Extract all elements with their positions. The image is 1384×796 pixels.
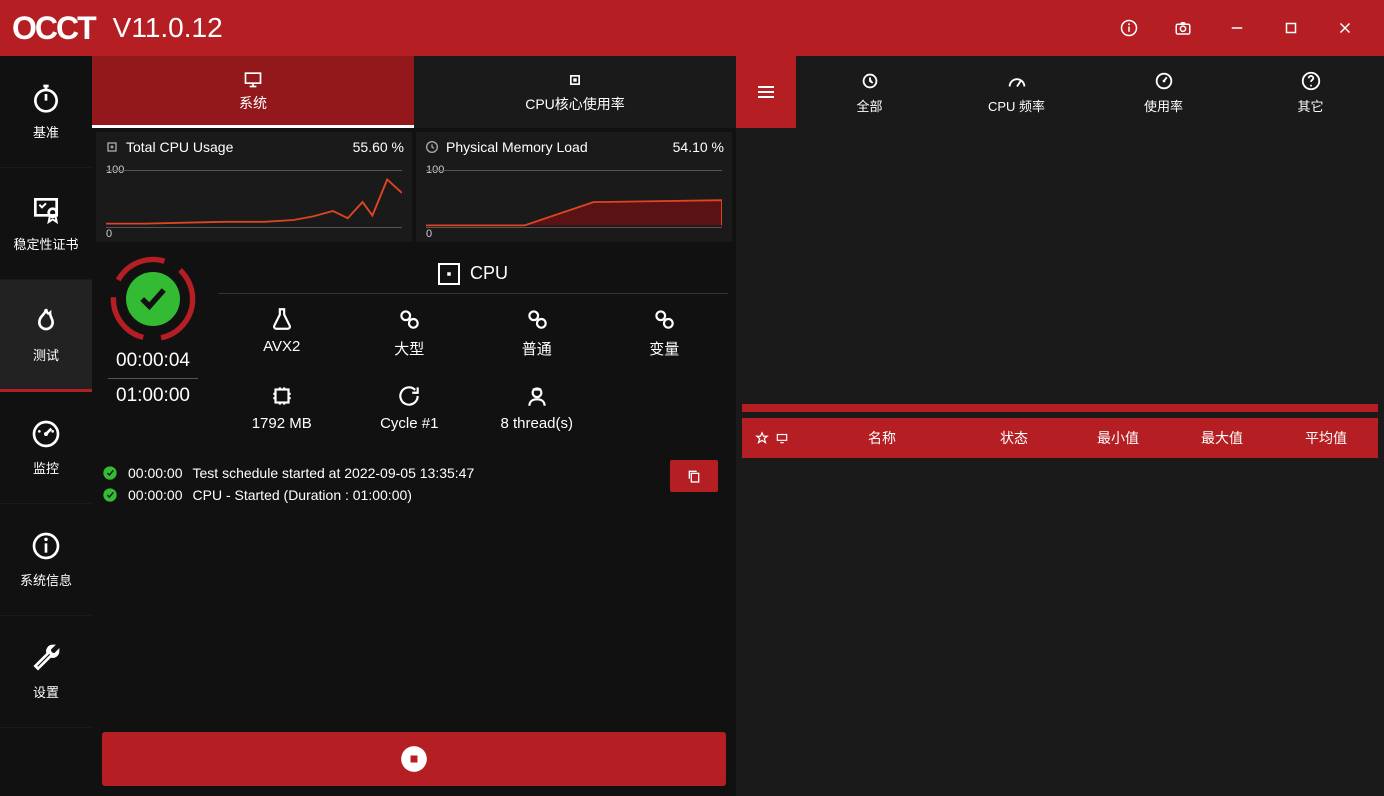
sidebar-item-monitor[interactable]: 监控 <box>0 392 92 504</box>
stat-cycle: Cycle #1 <box>349 383 469 432</box>
left-panel: 系统 CPU核心使用率 Total CPU Usage 55.60 % 100 … <box>92 56 736 796</box>
y-min: 0 <box>426 228 432 240</box>
stat-memory: 1792 MB <box>222 383 342 432</box>
info-button[interactable] <box>1102 0 1156 56</box>
gear-icon <box>651 306 677 332</box>
refresh-icon <box>396 383 422 409</box>
flask-icon <box>269 306 295 332</box>
category-other[interactable]: 其它 <box>1237 56 1384 128</box>
monitor-table-body <box>736 464 1384 796</box>
star-icon[interactable] <box>755 431 769 445</box>
col-avg[interactable]: 平均值 <box>1274 428 1378 448</box>
sidebar-label: 稳定性证书 <box>13 234 78 253</box>
sidebar-item-stability[interactable]: 稳定性证书 <box>0 168 92 280</box>
sidebar-item-settings[interactable]: 设置 <box>0 616 92 728</box>
menu-icon <box>754 80 778 104</box>
category-menu-button[interactable] <box>736 56 796 128</box>
memory-icon <box>424 139 440 155</box>
wrench-gear-icon <box>859 70 881 92</box>
col-max[interactable]: 最大值 <box>1170 428 1274 448</box>
monitor-table-header: 名称 状态 最小值 最大值 平均值 <box>742 418 1378 458</box>
stopwatch-icon <box>30 82 62 114</box>
app-version: V11.0.12 <box>113 12 223 44</box>
check-icon <box>102 465 118 481</box>
cpu-icon <box>438 263 460 285</box>
opt-load[interactable]: 变量 <box>604 306 724 359</box>
speed-icon <box>1006 70 1028 92</box>
tab-system[interactable]: 系统 <box>92 56 414 128</box>
gauge-icon <box>30 418 62 450</box>
splitter[interactable] <box>742 404 1378 412</box>
col-name[interactable]: 名称 <box>802 428 962 448</box>
screenshot-button[interactable] <box>1156 0 1210 56</box>
sidebar-label: 系统信息 <box>20 570 72 589</box>
flame-icon <box>30 305 62 337</box>
chart-memory: Physical Memory Load 54.10 % 100 0 <box>416 132 732 242</box>
status-indicator <box>108 254 198 344</box>
log-line: 00:00:00 CPU - Started (Duration : 01:00… <box>102 484 726 506</box>
close-button[interactable] <box>1318 0 1372 56</box>
gear-icon <box>396 306 422 332</box>
category-usage[interactable]: 使用率 <box>1090 56 1237 128</box>
tab-label: 系统 <box>239 93 267 113</box>
chip-icon <box>269 383 295 409</box>
sidebar-label: 监控 <box>33 458 59 477</box>
gauge-icon <box>1153 70 1175 92</box>
elapsed-time: 00:00:04 <box>116 350 190 372</box>
opt-dataset[interactable]: 大型 <box>349 306 469 359</box>
copy-log-button[interactable] <box>670 460 718 492</box>
minimize-button[interactable] <box>1210 0 1264 56</box>
chart-label: Total CPU Usage <box>126 139 233 155</box>
sidebar-item-test[interactable]: 测试 <box>0 280 92 392</box>
test-title-row: CPU <box>218 254 728 294</box>
check-icon <box>102 487 118 503</box>
cpu-icon <box>565 70 585 90</box>
col-min[interactable]: 最小值 <box>1066 428 1170 448</box>
question-icon <box>1300 70 1322 92</box>
sidebar: 基准 稳定性证书 测试 监控 系统信息 设置 <box>0 56 92 796</box>
test-title: CPU <box>470 263 508 284</box>
category-all[interactable]: 全部 <box>796 56 943 128</box>
maximize-button[interactable] <box>1264 0 1318 56</box>
titlebar: OCCT V11.0.12 <box>0 0 1384 56</box>
monitor-icon[interactable] <box>775 431 789 445</box>
total-duration: 01:00:00 <box>116 385 190 407</box>
stat-threads: 8 thread(s) <box>477 383 597 432</box>
info-icon <box>30 530 62 562</box>
sidebar-label: 测试 <box>33 345 59 364</box>
wrench-icon <box>30 642 62 674</box>
category-cpu-freq[interactable]: CPU 频率 <box>943 56 1090 128</box>
opt-mode[interactable]: 普通 <box>477 306 597 359</box>
sidebar-item-benchmark[interactable]: 基准 <box>0 56 92 168</box>
stop-icon <box>400 745 428 773</box>
monitor-icon <box>243 69 263 89</box>
tab-label: CPU核心使用率 <box>525 94 625 114</box>
sidebar-label: 基准 <box>33 122 59 141</box>
log-line: 00:00:00 Test schedule started at 2022-0… <box>102 462 726 484</box>
gear-icon <box>524 306 550 332</box>
tab-cores[interactable]: CPU核心使用率 <box>414 56 736 128</box>
opt-instruction-set[interactable]: AVX2 <box>222 306 342 359</box>
worker-icon <box>524 383 550 409</box>
certificate-icon <box>30 194 62 226</box>
chart-label: Physical Memory Load <box>446 139 588 155</box>
right-panel: 全部 CPU 频率 使用率 其它 名称 状态 最小值 最大值 平均值 <box>736 56 1384 796</box>
y-min: 0 <box>106 228 112 240</box>
chart-value: 55.60 % <box>353 139 404 155</box>
cpu-icon <box>104 139 120 155</box>
chart-cpu-usage: Total CPU Usage 55.60 % 100 0 <box>96 132 412 242</box>
sidebar-item-sysinfo[interactable]: 系统信息 <box>0 504 92 616</box>
sidebar-label: 设置 <box>33 682 59 701</box>
app-logo: OCCT <box>12 10 95 47</box>
stop-button[interactable] <box>102 732 726 786</box>
monitor-graph-area <box>736 128 1384 404</box>
log-area: 00:00:00 Test schedule started at 2022-0… <box>92 452 736 722</box>
chart-value: 54.10 % <box>673 139 724 155</box>
col-status[interactable]: 状态 <box>962 428 1066 448</box>
